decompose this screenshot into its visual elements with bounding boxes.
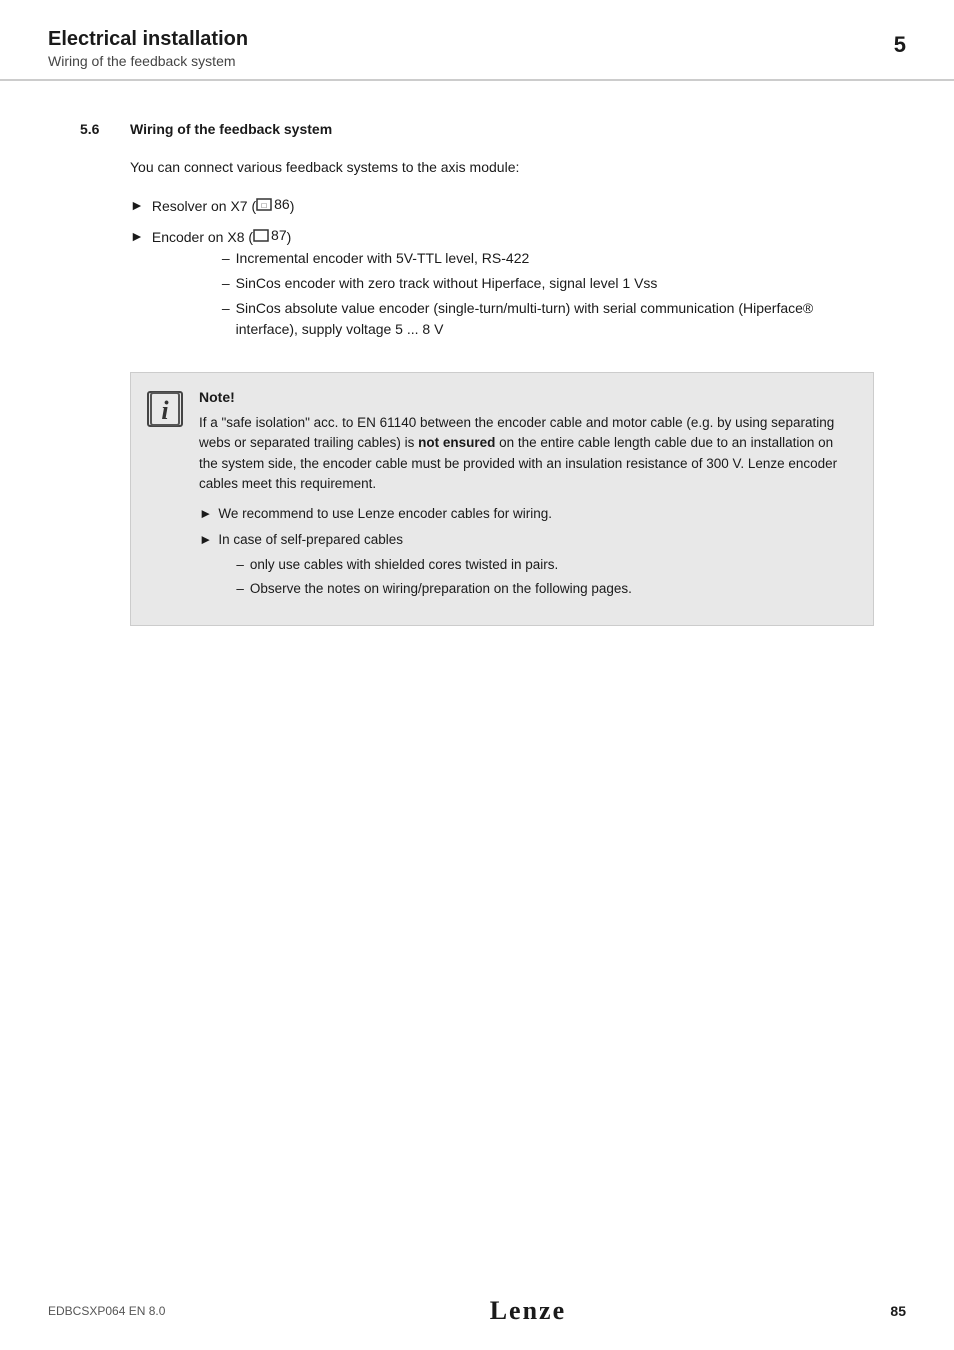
bullet-arrow-2: ► — [130, 226, 144, 247]
sub-text-3: SinCos absolute value encoder (single-tu… — [236, 298, 874, 340]
bullet-item-encoder: ► Encoder on X8 ( 87) – Incremental enco… — [130, 225, 874, 348]
sub-dash-2: – — [222, 273, 230, 294]
sub-item-3: – SinCos absolute value encoder (single-… — [222, 298, 874, 340]
bullet-text-resolver: Resolver on X7 (□ 86) — [152, 194, 295, 217]
not-ensured-text: not ensured — [418, 435, 495, 450]
sub-text-2: SinCos encoder with zero track without H… — [236, 273, 658, 294]
footer-doc-ref: EDBCSXP064 EN 8.0 — [48, 1304, 165, 1318]
note-content: Note! If a "safe isolation" acc. to EN 6… — [199, 389, 853, 609]
note-bullet-1: ► We recommend to use Lenze encoder cabl… — [199, 504, 853, 524]
note-sub-dash-1: – — [236, 555, 244, 575]
bullet-encoder-content: Encoder on X8 ( 87) – Incremental encode… — [152, 225, 874, 348]
header-title: Electrical installation — [48, 28, 248, 51]
footer-page-number: 85 — [890, 1303, 906, 1319]
section-title: Wiring of the feedback system — [130, 121, 332, 137]
note-title: Note! — [199, 389, 853, 405]
note-bullet-2: ► In case of self-prepared cables – only… — [199, 530, 853, 603]
header-chapter-number: 5 — [894, 28, 906, 58]
info-icon-svg: i — [150, 392, 180, 426]
page-ref-icon-2 — [253, 229, 269, 242]
bullet-item-resolver: ► Resolver on X7 (□ 86) — [130, 194, 874, 217]
encoder-sub-list: – Incremental encoder with 5V-TTL level,… — [222, 248, 874, 340]
page-header: Electrical installation Wiring of the fe… — [0, 0, 954, 81]
note-sub-list: – only use cables with shielded cores tw… — [236, 555, 632, 600]
sub-dash-3: – — [222, 298, 230, 319]
intro-paragraph: You can connect various feedback systems… — [130, 157, 874, 178]
section-number: 5.6 — [80, 121, 110, 137]
header-subtitle: Wiring of the feedback system — [48, 53, 248, 69]
note-bullet-text-2: In case of self-prepared cables — [218, 532, 403, 547]
note-sub-item-2: – Observe the notes on wiring/preparatio… — [236, 579, 632, 599]
note-box: i Note! If a "safe isolation" acc. to EN… — [130, 372, 874, 626]
note-paragraph: If a "safe isolation" acc. to EN 61140 b… — [199, 413, 853, 494]
sub-text-1: Incremental encoder with 5V-TTL level, R… — [236, 248, 530, 269]
bullet-arrow-1: ► — [130, 195, 144, 216]
sub-item-2: – SinCos encoder with zero track without… — [222, 273, 874, 294]
footer-logo: Lenze — [490, 1296, 566, 1326]
note-arrow-2: ► — [199, 530, 212, 550]
note-sub-dash-2: – — [236, 579, 244, 599]
sub-dash-1: – — [222, 248, 230, 269]
note-sub-text-2: Observe the notes on wiring/preparation … — [250, 579, 632, 599]
note-arrow-1: ► — [199, 504, 212, 524]
bullet-text-encoder: Encoder on X8 ( 87) — [152, 229, 291, 245]
svg-text:i: i — [161, 396, 169, 425]
note-bullet-2-content: In case of self-prepared cables – only u… — [218, 530, 632, 603]
page-content: 5.6 Wiring of the feedback system You ca… — [0, 81, 954, 686]
header-left: Electrical installation Wiring of the fe… — [48, 28, 248, 69]
svg-text:□: □ — [262, 201, 267, 210]
note-sub-item-1: – only use cables with shielded cores tw… — [236, 555, 632, 575]
note-sub-text-1: only use cables with shielded cores twis… — [250, 555, 558, 575]
bullet-list: ► Resolver on X7 (□ 86) ► Encoder on X8 … — [130, 194, 874, 348]
note-bullet-text-1: We recommend to use Lenze encoder cables… — [218, 504, 552, 524]
page-ref-icon-1: □ — [256, 198, 272, 211]
sub-item-1: – Incremental encoder with 5V-TTL level,… — [222, 248, 874, 269]
page-footer: EDBCSXP064 EN 8.0 Lenze 85 — [0, 1296, 954, 1326]
info-icon: i — [147, 391, 183, 427]
section-heading: 5.6 Wiring of the feedback system — [80, 121, 874, 137]
